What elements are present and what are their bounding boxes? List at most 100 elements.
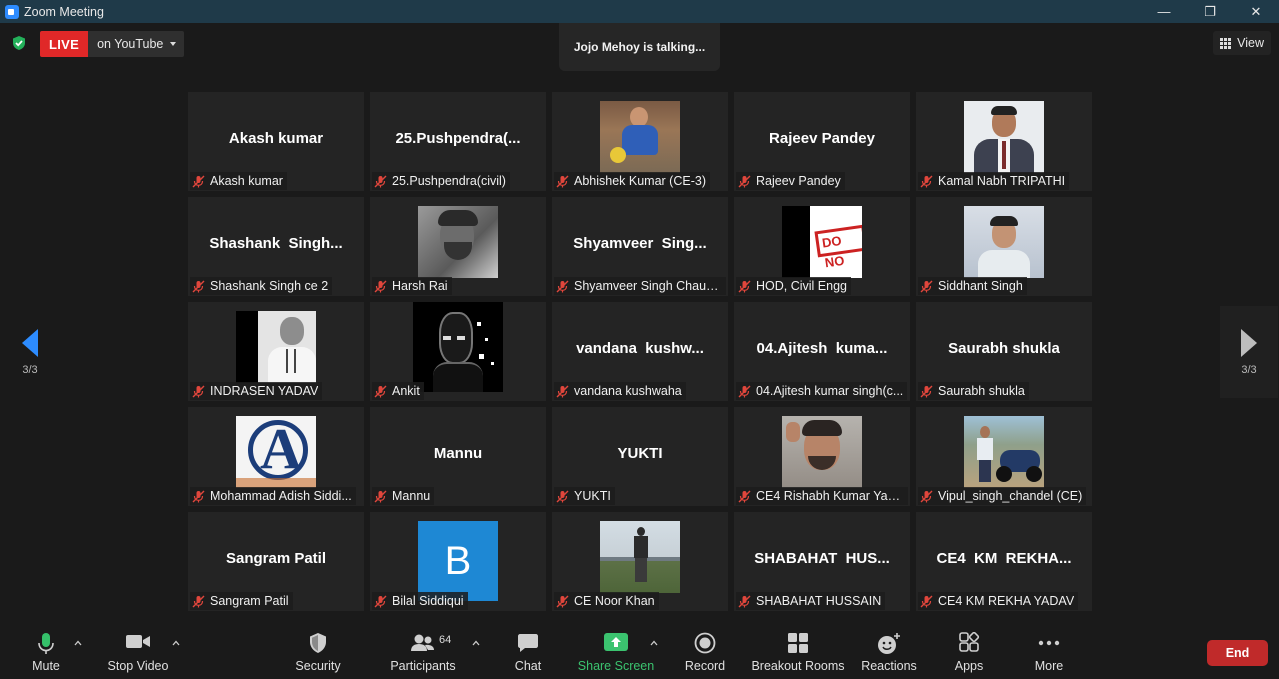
window-controls: — ❐ ✕ <box>1141 0 1279 23</box>
participant-tile[interactable]: CE Noor Khan <box>552 512 728 611</box>
participant-tile[interactable]: B Bilal Siddiqui <box>370 512 546 611</box>
participant-tile[interactable]: Harsh Rai <box>370 197 546 296</box>
page-indicator-right: 3/3 <box>1241 364 1257 376</box>
live-stream-indicator[interactable]: LIVE on YouTube <box>40 31 185 57</box>
end-meeting-button[interactable]: End <box>1207 640 1268 666</box>
participant-tile[interactable]: A Mohammad Adish Siddi... <box>188 407 364 506</box>
participant-tile[interactable]: DO NO HOD, Civil Engg <box>734 197 910 296</box>
participant-display-name: 25.Pushpendra(... <box>395 130 521 147</box>
participant-name: Akash kumar <box>210 174 283 188</box>
muted-microphone-icon <box>192 490 205 502</box>
title-bar: Zoom Meeting — ❐ ✕ <box>0 0 1279 23</box>
participants-icon <box>411 634 434 651</box>
muted-microphone-icon <box>374 175 387 187</box>
more-label: More <box>1034 659 1064 673</box>
participant-tile[interactable]: CE4 KM REKHA... CE4 KM REKHA YADAV <box>916 512 1092 611</box>
reactions-button[interactable]: Reactions <box>860 624 918 679</box>
participant-name-tag: Akash kumar <box>190 172 287 190</box>
breakout-rooms-label: Breakout Rooms <box>751 659 845 673</box>
stop-video-button[interactable]: Stop Video <box>104 624 172 679</box>
participant-display-name: Shyamveer Sing... <box>573 235 707 252</box>
muted-microphone-icon <box>920 175 933 187</box>
participant-tile[interactable]: CE4 Rishabh Kumar Yad... <box>734 407 910 506</box>
participant-name-tag: CE Noor Khan <box>554 592 659 610</box>
participant-tile[interactable]: Shyamveer Sing... Shyamveer Singh Chauh..… <box>552 197 728 296</box>
participant-tile[interactable]: Sangram Patil Sangram Patil <box>188 512 364 611</box>
view-button[interactable]: View <box>1213 31 1271 55</box>
participant-name: CE Noor Khan <box>574 594 655 608</box>
participant-name: Harsh Rai <box>392 279 448 293</box>
maximize-button[interactable]: ❐ <box>1187 0 1233 23</box>
participant-name: Abhishek Kumar (CE-3) <box>574 174 706 188</box>
participant-tile[interactable]: 04.Ajitesh kuma... 04.Ajitesh kumar singh… <box>734 302 910 401</box>
participant-name-tag: SHABAHAT HUSSAIN <box>736 592 886 610</box>
muted-microphone-icon <box>374 490 387 502</box>
participant-tile[interactable]: Akash kumar Akash kumar <box>188 92 364 191</box>
record-button[interactable]: Record <box>682 624 728 679</box>
previous-page-button[interactable]: 3/3 <box>1 306 59 398</box>
participant-photo <box>600 521 680 593</box>
more-button[interactable]: More <box>1026 624 1072 679</box>
mute-button[interactable]: Mute <box>20 624 72 679</box>
next-page-button[interactable]: 3/3 <box>1220 306 1278 398</box>
participant-photo: A <box>236 416 316 488</box>
participant-photo <box>418 206 498 278</box>
participants-button[interactable]: Participants <box>390 624 456 679</box>
participant-name-tag: CE4 KM REKHA YADAV <box>918 592 1079 610</box>
participant-tile[interactable]: SHABAHAT HUS... SHABAHAT HUSSAIN <box>734 512 910 611</box>
participant-tile[interactable]: Shashank Singh... Shashank Singh ce 2 <box>188 197 364 296</box>
chat-bubble-icon <box>518 634 538 652</box>
muted-microphone-icon <box>192 385 205 397</box>
security-button[interactable]: Security <box>292 624 344 679</box>
apps-button[interactable]: Apps <box>948 624 990 679</box>
participant-name-tag: Mohammad Adish Siddi... <box>190 487 356 505</box>
chevron-left-icon <box>22 329 38 357</box>
encryption-shield-icon[interactable] <box>11 35 27 51</box>
participant-photo <box>413 302 503 392</box>
participant-tile[interactable]: Siddhant Singh <box>916 197 1092 296</box>
participant-name: vandana kushwaha <box>574 384 682 398</box>
participant-tile[interactable]: Ankit <box>370 302 546 401</box>
participant-tile[interactable]: INDRASEN YADAV <box>188 302 364 401</box>
audio-options-chevron-up-icon[interactable] <box>74 640 82 646</box>
participant-tile[interactable]: Saurabh shukla Saurabh shukla <box>916 302 1092 401</box>
muted-microphone-icon <box>556 490 569 502</box>
muted-microphone-icon <box>192 280 205 292</box>
chat-button[interactable]: Chat <box>508 624 548 679</box>
muted-microphone-icon <box>374 595 387 607</box>
participant-tile[interactable]: Mannu Mannu <box>370 407 546 506</box>
video-options-chevron-up-icon[interactable] <box>172 640 180 646</box>
live-badge: LIVE <box>40 31 89 57</box>
participant-tile[interactable]: Rajeev Pandey Rajeev Pandey <box>734 92 910 191</box>
muted-microphone-icon <box>920 385 933 397</box>
participant-tile[interactable]: 25.Pushpendra(... 25.Pushpendra(civil) <box>370 92 546 191</box>
record-label: Record <box>684 659 726 673</box>
participants-options-chevron-up-icon[interactable] <box>472 640 480 646</box>
active-speaker-indicator: Jojo Mehoy is talking... <box>559 23 720 71</box>
share-screen-button[interactable]: Share Screen <box>578 624 654 679</box>
muted-microphone-icon <box>920 595 933 607</box>
share-options-chevron-up-icon[interactable] <box>650 640 658 646</box>
live-destination-dropdown[interactable]: on YouTube <box>88 31 185 57</box>
participant-display-name: Akash kumar <box>228 130 324 147</box>
muted-microphone-icon <box>556 385 569 397</box>
participant-name-tag: Shashank Singh ce 2 <box>190 277 333 295</box>
muted-microphone-icon <box>556 175 569 187</box>
participant-tile[interactable]: Kamal Nabh TRIPATHI <box>916 92 1092 191</box>
zoom-app-icon <box>5 4 19 19</box>
participant-name-tag: Shyamveer Singh Chauh... <box>554 277 726 295</box>
participant-tile[interactable]: Vipul_singh_chandel (CE) <box>916 407 1092 506</box>
muted-microphone-icon <box>192 595 205 607</box>
participant-tile[interactable]: YUKTI YUKTI <box>552 407 728 506</box>
participant-name-tag: Vipul_singh_chandel (CE) <box>918 487 1087 505</box>
participant-tile[interactable]: Abhishek Kumar (CE-3) <box>552 92 728 191</box>
muted-microphone-icon <box>920 490 933 502</box>
muted-microphone-icon <box>556 595 569 607</box>
security-label: Security <box>295 659 341 673</box>
minimize-button[interactable]: — <box>1141 0 1187 23</box>
close-button[interactable]: ✕ <box>1233 0 1279 23</box>
participant-tile[interactable]: vandana kushw... vandana kushwaha <box>552 302 728 401</box>
participant-name: CE4 KM REKHA YADAV <box>938 594 1075 608</box>
participant-display-name: Saurabh shukla <box>948 340 1060 357</box>
breakout-rooms-button[interactable]: Breakout Rooms <box>751 624 845 679</box>
